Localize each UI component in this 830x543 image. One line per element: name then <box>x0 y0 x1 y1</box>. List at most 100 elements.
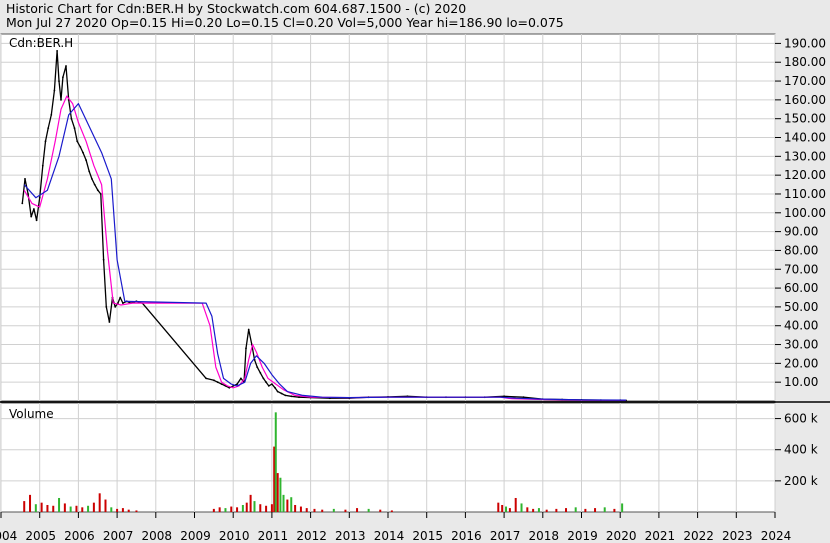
volume-bar <box>135 510 138 512</box>
price-point <box>240 377 242 380</box>
volume-bar <box>390 510 393 512</box>
volume-bar <box>52 505 55 512</box>
volume-bar <box>290 497 293 512</box>
price-point <box>262 377 265 380</box>
price-point <box>58 80 60 82</box>
price-point <box>30 215 33 218</box>
price-point <box>236 383 239 385</box>
volume-bar <box>116 508 119 512</box>
volume-bar <box>379 509 382 512</box>
volume-bar <box>224 508 227 512</box>
price-point <box>79 146 82 148</box>
volume-bar <box>286 499 289 512</box>
x-tick-label: 2021 <box>645 529 676 543</box>
price-point <box>50 114 53 116</box>
y-tick-label: 80.00 <box>784 243 818 257</box>
y-tick-label: 60.00 <box>784 281 818 295</box>
price-point <box>290 395 293 398</box>
price-point <box>108 321 111 323</box>
price-point <box>102 258 105 261</box>
price-point <box>88 170 91 173</box>
price-point <box>65 65 67 67</box>
price-point <box>47 127 50 129</box>
volume-bar <box>613 508 616 512</box>
x-tick-label: 2005 <box>25 529 56 543</box>
volume-bar <box>279 477 282 512</box>
y-tick-label: 40.00 <box>784 319 818 333</box>
x-tick-label: 2018 <box>529 529 560 543</box>
volume-bar <box>69 506 72 512</box>
volume-bar <box>75 505 78 512</box>
price-point <box>245 347 247 350</box>
y-tick-label: 170.00 <box>784 74 826 88</box>
y-tick-label: 120.00 <box>784 168 826 182</box>
volume-bar <box>282 494 285 512</box>
volume-bar <box>276 473 279 512</box>
price-point <box>271 383 273 385</box>
price-point <box>265 381 267 384</box>
y-tick-label: 50.00 <box>784 300 818 314</box>
volume-bar <box>274 412 277 512</box>
volume-bar <box>505 506 508 512</box>
y-tick-label: 180.00 <box>784 55 826 69</box>
price-point <box>82 151 84 154</box>
volume-bar <box>249 494 252 512</box>
y-tick-label: 70.00 <box>784 262 818 276</box>
volume-bar <box>537 508 540 512</box>
price-point <box>76 140 79 143</box>
price-point <box>35 219 38 222</box>
price-point <box>256 366 259 368</box>
volume-bar <box>104 499 107 512</box>
volume-bar <box>313 508 316 512</box>
volume-bar <box>87 505 90 512</box>
price-point <box>298 396 300 399</box>
volume-bar <box>34 504 37 512</box>
volume-bar <box>265 505 268 512</box>
x-tick-label: 2017 <box>490 529 521 543</box>
x-tick-label: 2024 <box>761 529 792 543</box>
y-tick-label: 110.00 <box>784 187 826 201</box>
price-point <box>114 306 117 308</box>
price-point <box>96 189 99 192</box>
volume-bar <box>305 508 308 512</box>
price-point <box>119 296 122 299</box>
volume-bar <box>532 508 535 512</box>
y-tick-label: 20.00 <box>784 356 818 370</box>
volume-bar <box>236 507 239 512</box>
price-point <box>56 50 58 52</box>
x-tick-label: 2011 <box>258 529 289 543</box>
volume-tick-label: 400 k <box>784 443 818 457</box>
volume-bar <box>245 502 248 512</box>
volume-bar <box>501 504 504 512</box>
volume-bar <box>520 503 523 512</box>
volume-bar <box>594 508 597 512</box>
x-tick-label: 2008 <box>142 529 173 543</box>
price-point <box>276 390 279 393</box>
volume-bar <box>526 507 529 512</box>
x-tick-label: 2010 <box>219 529 250 543</box>
price-point <box>21 202 24 205</box>
price-point <box>247 328 250 331</box>
volume-bar <box>294 504 297 512</box>
volume-bar <box>367 508 370 512</box>
price-point <box>38 196 41 199</box>
volume-bar <box>29 494 32 512</box>
volume-bar <box>332 508 335 512</box>
y-tick-label: 90.00 <box>784 225 818 239</box>
y-tick-label: 150.00 <box>784 112 826 126</box>
price-point <box>284 394 287 397</box>
volume-bar <box>344 509 347 512</box>
volume-bar <box>514 497 517 512</box>
volume-bar <box>574 507 577 512</box>
volume-bar <box>63 503 66 512</box>
x-tick-label: 2015 <box>412 529 443 543</box>
price-point <box>62 76 64 79</box>
y-tick-label: 100.00 <box>784 206 826 220</box>
price-point <box>73 127 76 129</box>
volume-tick-label: 600 k <box>784 412 818 426</box>
x-tick-label: 2004 <box>0 529 17 543</box>
volume-chart-title: Volume <box>9 407 54 421</box>
x-tick-label: 2022 <box>683 529 714 543</box>
volume-bar <box>110 507 113 512</box>
price-point <box>93 183 96 186</box>
